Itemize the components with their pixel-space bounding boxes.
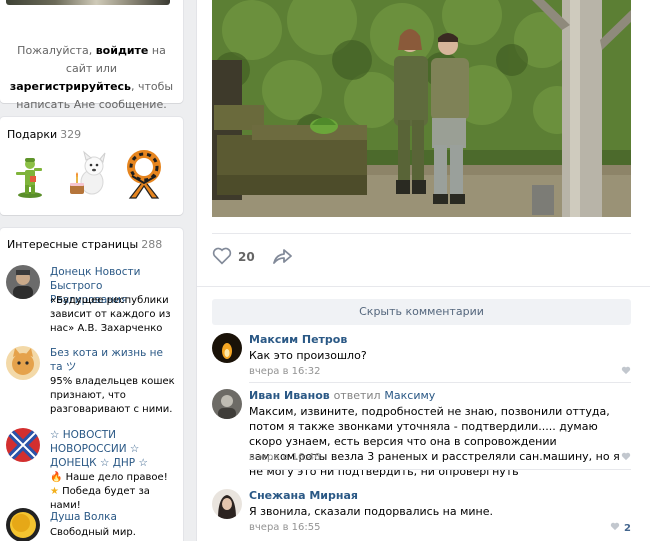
page-title[interactable]: ☆ НОВОСТИ НОВОРОССИИ ☆ ДОНЕЦК ☆ ДНР ☆	[50, 428, 178, 470]
heart-icon	[621, 452, 631, 464]
share-button[interactable]	[271, 246, 293, 268]
reply-word: ответил	[333, 389, 381, 402]
page-description: 🔥 Наше дело правое! ★ Победа будет за на…	[50, 471, 178, 513]
star-icon: ★	[50, 486, 59, 497]
comment-text: Я звонила, сказали подорвались на мине.	[249, 505, 494, 518]
comment-text: Максим, извините, подробностей не знаю, …	[249, 405, 620, 478]
comment-author[interactable]: Снежана Мирная	[249, 489, 358, 502]
interesting-pages-header[interactable]: Интересные страницы 288	[7, 238, 162, 251]
comment-avatar[interactable]	[212, 489, 242, 519]
post-photo[interactable]	[212, 0, 631, 217]
page-avatar[interactable]	[6, 508, 40, 541]
interesting-pages-title: Интересные страницы	[7, 238, 139, 251]
hide-comments-button[interactable]: Скрыть комментарии	[212, 299, 631, 325]
comment-divider	[249, 382, 631, 383]
heart-icon	[621, 366, 631, 378]
comment-text: Как это произошло?	[249, 349, 367, 362]
page-description: 95% владельцев кошек признают, что разго…	[50, 376, 175, 415]
gift-toy-soldier-icon[interactable]	[6, 150, 54, 200]
comment-like-button[interactable]	[621, 452, 631, 464]
reply-to-link[interactable]: Максиму	[384, 389, 435, 402]
login-prompt-card: Пожалуйста, войдите на сайт или зарегист…	[0, 0, 183, 111]
comment-like-button[interactable]	[621, 366, 631, 378]
page-item-cats[interactable]: Без кота и жизнь не та ツ 95% владельцев …	[6, 346, 178, 416]
register-link[interactable]: зарегистрируйтесь	[10, 80, 131, 93]
interesting-pages-count: 288	[141, 238, 163, 251]
page-description: «Будущее республики зависит от каждого и…	[50, 295, 171, 334]
gifts-card: Подарки 329	[0, 117, 183, 215]
comment-like-button[interactable]: 2	[610, 522, 631, 534]
wall-post: 20 Скрыть комментарии Максим Петров Как …	[197, 0, 650, 541]
gift-dog-cake-icon[interactable]	[62, 150, 110, 200]
like-count: 20	[238, 250, 255, 264]
page-title[interactable]: Без кота и жизнь не та ツ	[50, 346, 178, 374]
gifts-title: Подарки	[7, 128, 58, 141]
login-prompt-line3: написать Ане сообщение.	[16, 98, 167, 111]
heart-icon	[212, 247, 232, 268]
login-prompt-text: Пожалуйста, войдите на сайт или зарегист…	[4, 42, 179, 114]
comment-date[interactable]: вчера в 16:55	[249, 522, 321, 533]
page-description: Свободный мир.	[50, 527, 136, 538]
comment-author-line: Иван Иванов ответил Максиму	[249, 389, 435, 402]
like-button[interactable]: 20	[212, 246, 256, 268]
login-link[interactable]: войдите	[96, 44, 149, 57]
profile-photo-bottom[interactable]	[6, 0, 170, 5]
comment-author[interactable]: Иван Иванов	[249, 389, 330, 402]
gifts-count: 329	[60, 128, 82, 141]
page-title[interactable]: Душа Волка	[50, 510, 178, 524]
page-description-line: Наше дело правое!	[65, 472, 168, 483]
comment-like-count: 2	[624, 522, 631, 534]
fire-icon: 🔥	[50, 472, 63, 483]
comments-divider	[197, 286, 650, 287]
gifts-header[interactable]: Подарки 329	[7, 128, 81, 141]
comment-date[interactable]: вчера в 16:46	[249, 452, 321, 463]
interesting-pages-card: Интересные страницы 288 Донецк Новости Бы…	[0, 228, 183, 541]
comment-avatar[interactable]	[212, 333, 242, 363]
comment-date[interactable]: вчера в 16:32	[249, 366, 321, 377]
page-item-novorossiya-news[interactable]: ☆ НОВОСТИ НОВОРОССИИ ☆ ДОНЕЦК ☆ ДНР ☆ 🔥 …	[6, 428, 178, 511]
gift-st-george-ribbon-icon[interactable]	[120, 150, 168, 200]
comment: Максим Петров Как это произошло? вчера в…	[212, 333, 631, 383]
comment: Иван Иванов ответил Максиму Максим, изви…	[212, 389, 631, 478]
actions-divider	[212, 233, 631, 234]
comment-divider	[249, 469, 631, 470]
comment: Снежана Мирная Я звонила, сказали подорв…	[212, 489, 631, 539]
page-avatar[interactable]	[6, 346, 40, 380]
login-prompt-prefix: Пожалуйста,	[17, 44, 93, 57]
comment-avatar[interactable]	[212, 389, 242, 419]
page-item-wolf-soul[interactable]: Душа Волка Свободный мир.	[6, 508, 178, 541]
heart-icon	[610, 522, 620, 534]
comment-author[interactable]: Максим Петров	[249, 333, 347, 346]
page-avatar[interactable]	[6, 428, 40, 462]
share-arrow-icon	[271, 249, 293, 271]
page-item-donetsk-news[interactable]: Донецк Новости Быстрого Реагирования «Бу…	[6, 265, 178, 335]
register-suffix: , чтобы	[131, 80, 174, 93]
page-avatar[interactable]	[6, 265, 40, 299]
